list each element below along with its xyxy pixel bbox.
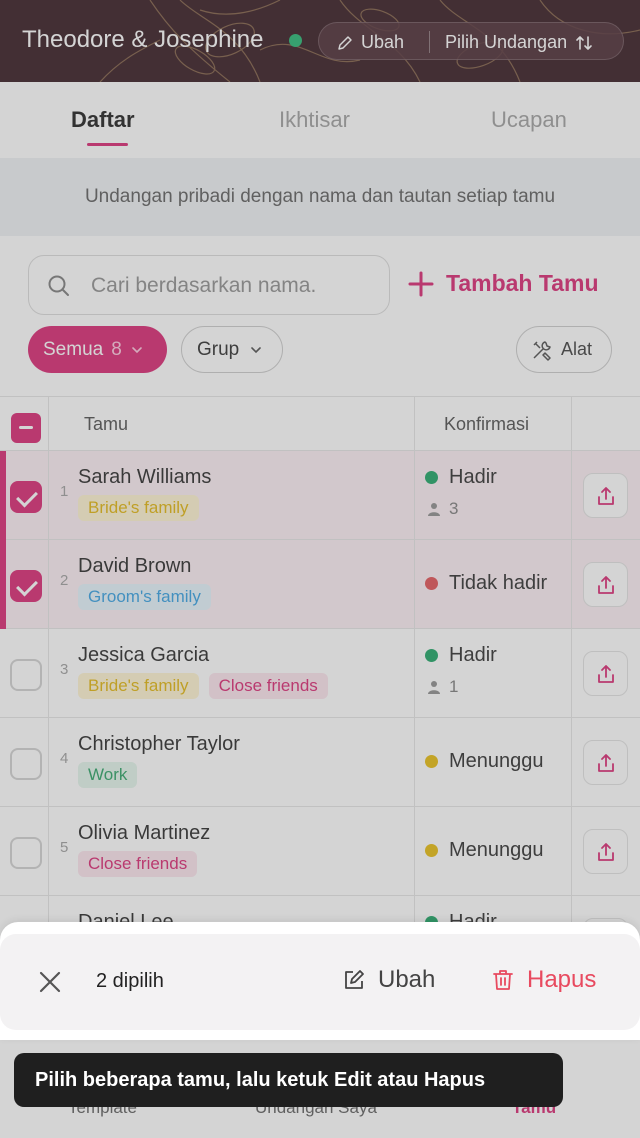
bulk-edit-button[interactable]: Ubah <box>342 966 435 994</box>
bulk-edit-label: Ubah <box>378 966 436 993</box>
bulk-delete-label: Hapus <box>527 966 597 993</box>
bulk-delete-button[interactable]: Hapus <box>491 966 596 994</box>
selection-action-bar: 2 dipilih Ubah Hapus <box>0 922 640 1040</box>
trash-icon <box>493 970 513 990</box>
action-bar-panel: 2 dipilih Ubah Hapus <box>0 934 640 1030</box>
hint-toast: Pilih beberapa tamu, lalu ketuk Edit ata… <box>14 1053 563 1107</box>
edit-icon <box>345 970 364 989</box>
selected-count: 2 dipilih <box>96 970 164 992</box>
close-icon[interactable] <box>38 970 62 994</box>
